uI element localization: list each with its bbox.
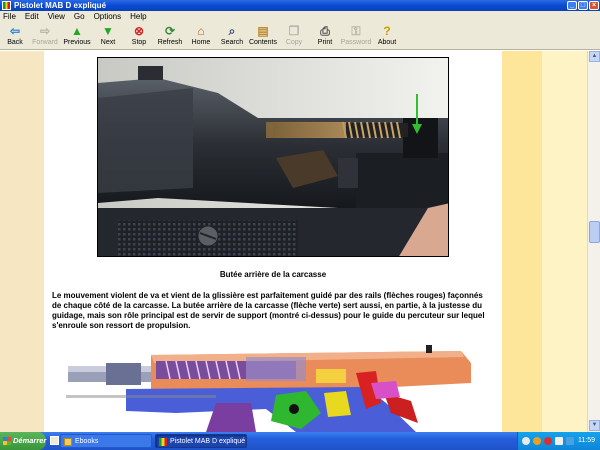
previous-label: Previous [63, 39, 91, 46]
back-label: Back [7, 39, 23, 46]
about-icon: ? [383, 24, 391, 38]
forward-label: Forward [32, 39, 58, 46]
menu-options[interactable]: Options [94, 12, 122, 21]
scroll-down-icon[interactable]: ▼ [589, 420, 600, 431]
menu-bar: File Edit View Go Options Help [0, 11, 600, 22]
content-area[interactable]: Butée arrière de la carcasse Le mouvemen… [0, 51, 600, 432]
scroll-thumb[interactable] [589, 221, 600, 243]
menu-file[interactable]: File [3, 12, 16, 21]
taskbar-item-label: Ebooks [75, 438, 99, 445]
right-margin-strip [502, 51, 542, 432]
search-label: Search [220, 39, 244, 46]
quick-launch-icon[interactable] [50, 436, 59, 445]
menu-view[interactable]: View [48, 12, 65, 21]
start-label: Démarrer [13, 436, 47, 445]
stop-label: Stop [131, 39, 147, 46]
description-paragraph: Le mouvement violent de va et vient de l… [52, 291, 485, 330]
right-outer-strip [542, 51, 587, 432]
print-label: Print [317, 39, 333, 46]
window-title: Pistolet MAB D expliqué [14, 1, 107, 10]
windows-logo-icon [3, 437, 11, 445]
scroll-up-icon[interactable]: ▲ [589, 51, 600, 62]
window-titlebar[interactable]: Pistolet MAB D expliqué _ □ × [0, 0, 600, 11]
minimize-icon[interactable]: _ [567, 1, 577, 10]
taskbar-item-ebooks[interactable]: Ebooks [60, 434, 152, 448]
clock[interactable]: 11:59 [578, 432, 595, 450]
refresh-label: Refresh [157, 39, 183, 46]
maximize-icon[interactable]: □ [578, 1, 588, 10]
close-icon[interactable]: × [589, 1, 599, 10]
cutaway-diagram [66, 343, 486, 432]
pistol-photo [97, 57, 449, 257]
taskbar-item-label: Pistolet MAB D expliqué [170, 438, 246, 445]
contents-label: Contents [248, 39, 278, 46]
cutaway-drawing [66, 345, 471, 432]
tray-arrow-icon[interactable] [522, 437, 530, 445]
ebook-icon [159, 438, 167, 446]
about-label: About [377, 39, 397, 46]
taskbar: Démarrer Ebooks Pistolet MAB D expliqué … [0, 432, 600, 450]
page-body: Butée arrière de la carcasse Le mouvemen… [44, 51, 502, 432]
tray-security-icon[interactable] [544, 437, 552, 445]
folder-icon [64, 438, 72, 446]
system-tray: 11:59 [517, 432, 600, 450]
start-button[interactable]: Démarrer [0, 432, 46, 450]
taskbar-item-pistolet[interactable]: Pistolet MAB D expliqué [155, 434, 247, 448]
pistol-photo-drawing [98, 58, 448, 256]
photo-caption: Butée arrière de la carcasse [219, 270, 327, 279]
vertical-scrollbar[interactable]: ▲ ▼ [587, 51, 600, 432]
copy-label: Copy [285, 39, 303, 46]
tray-app-icon[interactable] [533, 437, 541, 445]
tray-volume-icon[interactable] [555, 437, 563, 445]
menu-go[interactable]: Go [74, 12, 85, 21]
left-margin-strip [0, 51, 44, 432]
about-button[interactable]: ? About [367, 24, 407, 49]
toolbar: ⇦ Back ⇨ Forward ▲ Previous ▼ Next ⊗ Sto… [0, 22, 600, 50]
menu-edit[interactable]: Edit [25, 12, 39, 21]
home-label: Home [191, 39, 211, 46]
next-label: Next [100, 39, 116, 46]
tray-network-icon[interactable] [566, 437, 574, 445]
menu-help[interactable]: Help [130, 12, 146, 21]
app-icon [2, 1, 11, 10]
